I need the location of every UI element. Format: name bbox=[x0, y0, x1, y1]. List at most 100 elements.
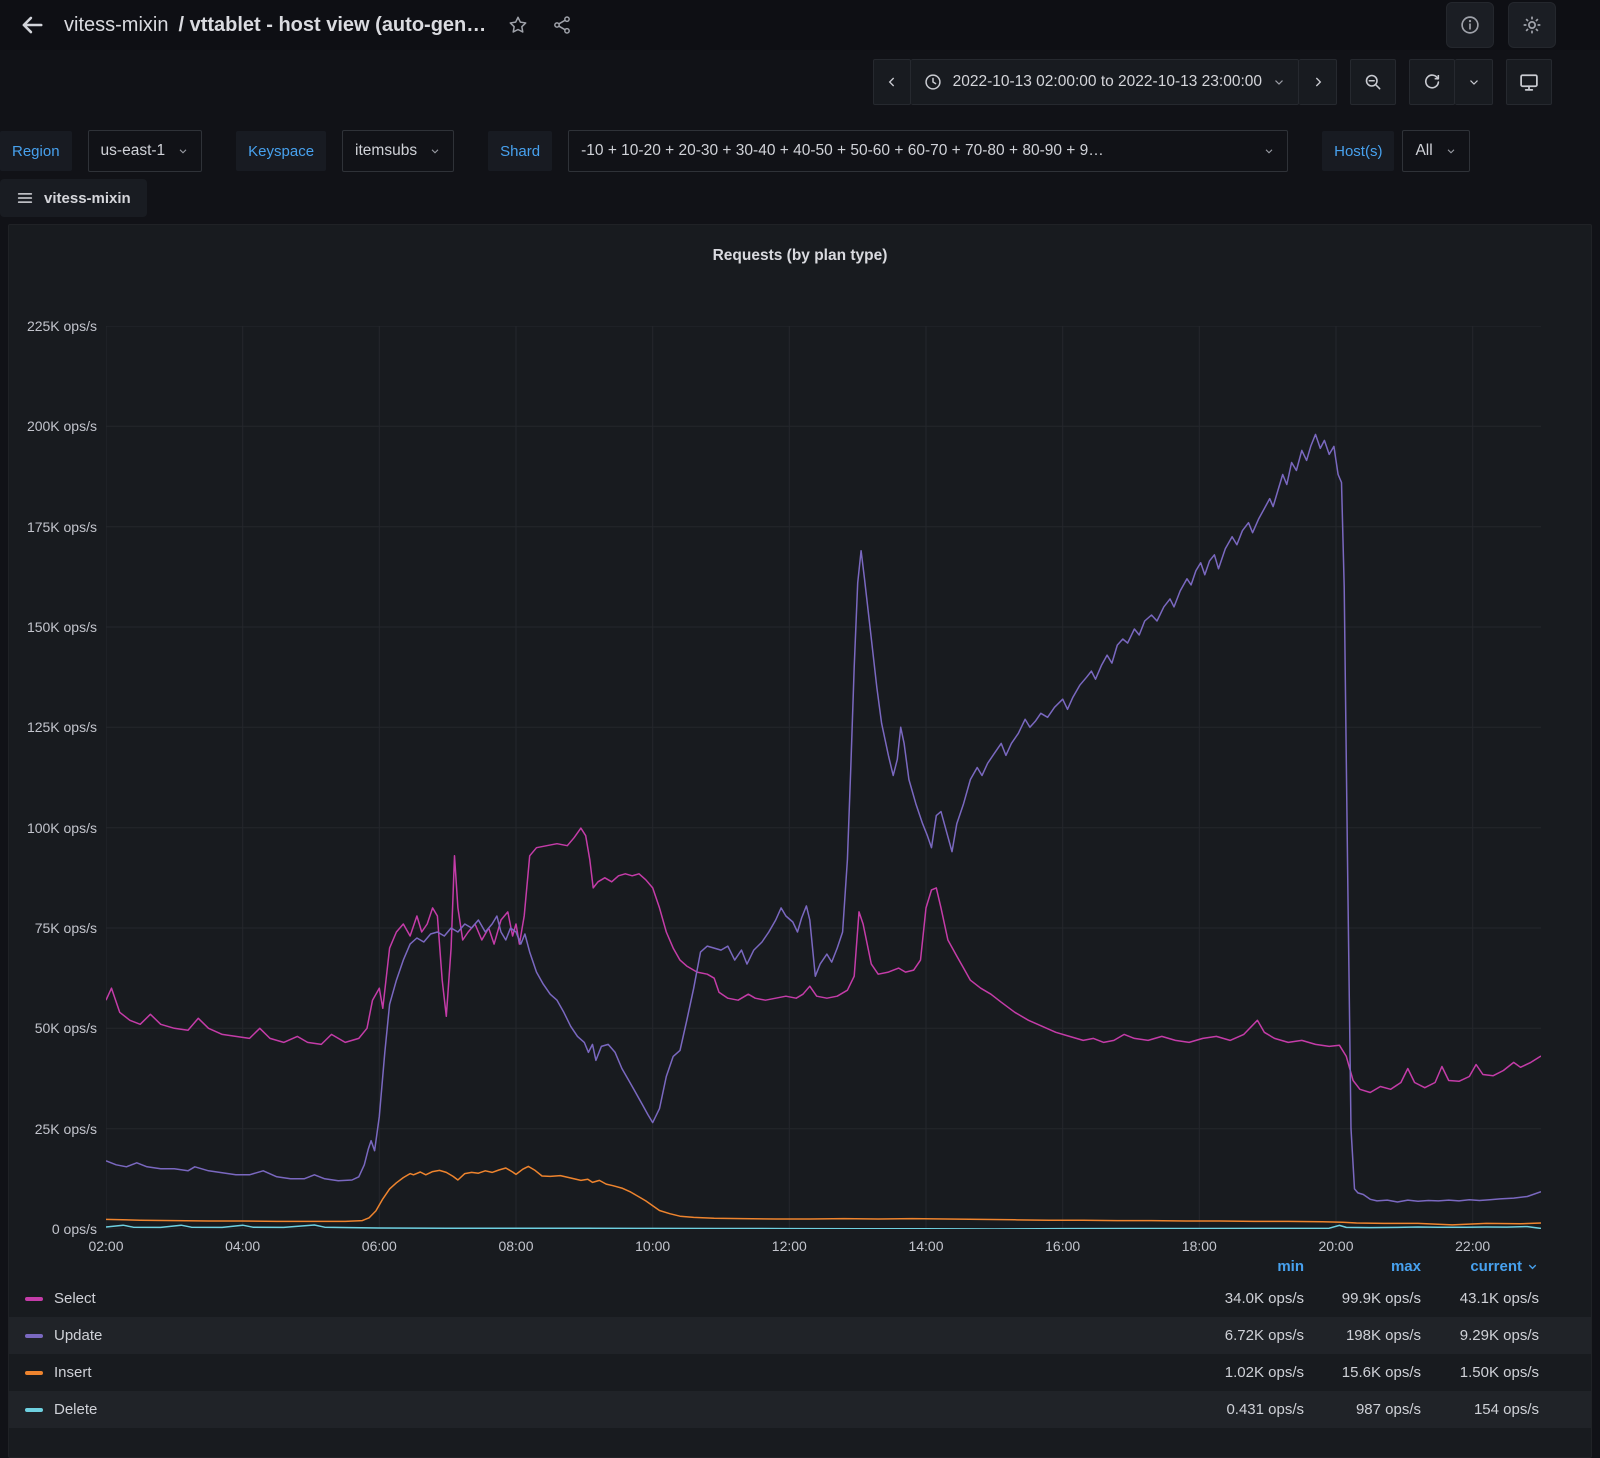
delete-series-swatch bbox=[25, 1408, 43, 1412]
insert-max-value: 15.6K ops/s bbox=[1304, 1364, 1421, 1381]
x-axis-label: 10:00 bbox=[618, 1237, 688, 1255]
zoom-out-button[interactable] bbox=[1350, 59, 1396, 105]
y-axis-label: 50K ops/s bbox=[9, 1019, 97, 1037]
chevron-down-icon bbox=[1445, 145, 1457, 157]
search-minus-icon bbox=[1363, 72, 1383, 92]
chevron-down-icon bbox=[1263, 145, 1275, 157]
legend-row-select: Select 34.0K ops/s 99.9K ops/s 43.1K ops… bbox=[9, 1280, 1591, 1317]
star-icon bbox=[508, 15, 528, 35]
chevron-down-icon bbox=[1272, 75, 1286, 89]
y-axis-label: 0 ops/s bbox=[9, 1220, 97, 1238]
filter-shard: Shard -10 + 10-20 + 20-30 + 30-40 + 40-5… bbox=[488, 130, 1288, 172]
series-line-insert bbox=[106, 1166, 1541, 1225]
hosts-select[interactable]: All bbox=[1402, 130, 1469, 172]
select-current-value: 43.1K ops/s bbox=[1421, 1290, 1539, 1307]
legend-label-insert[interactable]: Insert bbox=[54, 1364, 92, 1381]
grid-lines bbox=[106, 326, 1541, 1229]
dashboard-settings-button[interactable] bbox=[1508, 2, 1556, 48]
y-axis-label: 75K ops/s bbox=[9, 919, 97, 937]
legend-sort-current[interactable]: current bbox=[1421, 1258, 1539, 1275]
insert-min-value: 1.02K ops/s bbox=[1154, 1364, 1304, 1381]
refresh-interval-dropdown[interactable] bbox=[1455, 59, 1493, 105]
shard-select[interactable]: -10 + 10-20 + 20-30 + 30-40 + 40-50 + 50… bbox=[568, 130, 1288, 172]
time-range-picker[interactable]: 2022-10-13 02:00:00 to 2022-10-13 23:00:… bbox=[911, 59, 1299, 105]
refresh-button[interactable] bbox=[1409, 59, 1455, 105]
x-axis-label: 14:00 bbox=[891, 1237, 961, 1255]
filter-hosts-label: Host(s) bbox=[1322, 131, 1394, 171]
favorite-button[interactable] bbox=[504, 11, 532, 39]
select-min-value: 34.0K ops/s bbox=[1154, 1290, 1304, 1307]
hosts-select-value: All bbox=[1415, 142, 1432, 160]
chevron-right-icon bbox=[1310, 74, 1326, 90]
gear-icon bbox=[1521, 14, 1543, 36]
legend-label-select[interactable]: Select bbox=[54, 1290, 96, 1307]
legend-label-update[interactable]: Update bbox=[54, 1327, 102, 1344]
series-line-update bbox=[106, 434, 1541, 1202]
legend: min max current Select 34.0K ops/s 99.9K… bbox=[9, 1255, 1591, 1428]
series-line-delete bbox=[106, 1225, 1541, 1229]
filter-hosts: Host(s) All bbox=[1322, 130, 1470, 172]
time-controls: 2022-10-13 02:00:00 to 2022-10-13 23:00:… bbox=[0, 58, 1600, 106]
delete-current-value: 154 ops/s bbox=[1421, 1401, 1539, 1418]
dashboard-row: vitess-mixin bbox=[0, 179, 147, 217]
filter-region-label: Region bbox=[0, 131, 72, 171]
refresh-icon bbox=[1422, 72, 1442, 92]
y-axis-label: 125K ops/s bbox=[9, 718, 97, 736]
info-circle-icon bbox=[1459, 14, 1481, 36]
keyspace-select-value: itemsubs bbox=[355, 142, 417, 160]
panel-title[interactable]: Requests (by plan type) bbox=[9, 247, 1591, 265]
x-axis-label: 16:00 bbox=[1028, 1237, 1098, 1255]
time-range-text: 2022-10-13 02:00:00 to 2022-10-13 23:00:… bbox=[953, 73, 1262, 91]
chevron-down-icon bbox=[1526, 1260, 1539, 1273]
panel-info-button[interactable] bbox=[1446, 2, 1494, 48]
update-series-swatch bbox=[25, 1334, 43, 1338]
x-axis-label: 12:00 bbox=[754, 1237, 824, 1255]
share-icon bbox=[552, 15, 572, 35]
x-axis-label: 06:00 bbox=[344, 1237, 414, 1255]
x-axis-label: 20:00 bbox=[1301, 1237, 1371, 1255]
region-select[interactable]: us-east-1 bbox=[88, 130, 203, 172]
row-title: vitess-mixin bbox=[44, 190, 131, 207]
keyspace-select[interactable]: itemsubs bbox=[342, 130, 454, 172]
legend-sort-max[interactable]: max bbox=[1304, 1258, 1421, 1275]
y-axis-label: 25K ops/s bbox=[9, 1120, 97, 1138]
time-shift-forward-button[interactable] bbox=[1299, 59, 1337, 105]
monitor-icon bbox=[1518, 71, 1540, 93]
delete-max-value: 987 ops/s bbox=[1304, 1401, 1421, 1418]
region-select-value: us-east-1 bbox=[101, 142, 166, 160]
x-axis-label: 22:00 bbox=[1438, 1237, 1508, 1255]
y-axis-label: 175K ops/s bbox=[9, 518, 97, 536]
chart-plot-area[interactable] bbox=[106, 326, 1541, 1229]
x-axis-label: 08:00 bbox=[481, 1237, 551, 1255]
breadcrumb-folder[interactable]: vitess-mixin bbox=[64, 14, 168, 37]
panel-requests-by-plan-type: Requests (by plan type) 225K ops/s200K o… bbox=[8, 224, 1592, 1458]
y-axis-label: 200K ops/s bbox=[9, 417, 97, 435]
breadcrumb: vitess-mixin / vttablet - host view (aut… bbox=[64, 14, 486, 37]
row-toggle-vitess-mixin[interactable]: vitess-mixin bbox=[0, 179, 147, 217]
y-axis-label: 150K ops/s bbox=[9, 618, 97, 636]
share-button[interactable] bbox=[548, 11, 576, 39]
hamburger-menu-icon bbox=[16, 189, 34, 207]
time-shift-back-button[interactable] bbox=[873, 59, 911, 105]
delete-min-value: 0.431 ops/s bbox=[1154, 1401, 1304, 1418]
insert-series-swatch bbox=[25, 1371, 43, 1375]
back-button[interactable] bbox=[12, 5, 52, 45]
grafana-dashboard: { "topnav": { "breadcrumb_root": "vitess… bbox=[0, 0, 1600, 1456]
legend-sort-min[interactable]: min bbox=[1154, 1258, 1304, 1275]
dashboard-variables: Region us-east-1 Keyspace itemsubs Shard… bbox=[0, 128, 1600, 174]
clock-icon bbox=[923, 72, 943, 92]
filter-keyspace-label: Keyspace bbox=[236, 131, 326, 171]
page-title: / vttablet - host view (auto-gen… bbox=[178, 14, 486, 37]
filter-region: Region us-east-1 bbox=[0, 130, 202, 172]
filter-keyspace: Keyspace itemsubs bbox=[236, 130, 454, 172]
insert-current-value: 1.50K ops/s bbox=[1421, 1364, 1539, 1381]
update-max-value: 198K ops/s bbox=[1304, 1327, 1421, 1344]
kiosk-mode-button[interactable] bbox=[1506, 59, 1552, 105]
legend-sort-current-label: current bbox=[1470, 1258, 1522, 1275]
select-series-swatch bbox=[25, 1297, 43, 1301]
chevron-down-icon bbox=[1467, 75, 1481, 89]
legend-row-delete: Delete 0.431 ops/s 987 ops/s 154 ops/s bbox=[9, 1391, 1591, 1428]
top-navigation: vitess-mixin / vttablet - host view (aut… bbox=[0, 0, 1600, 50]
legend-label-delete[interactable]: Delete bbox=[54, 1401, 97, 1418]
legend-row-insert: Insert 1.02K ops/s 15.6K ops/s 1.50K ops… bbox=[9, 1354, 1591, 1391]
